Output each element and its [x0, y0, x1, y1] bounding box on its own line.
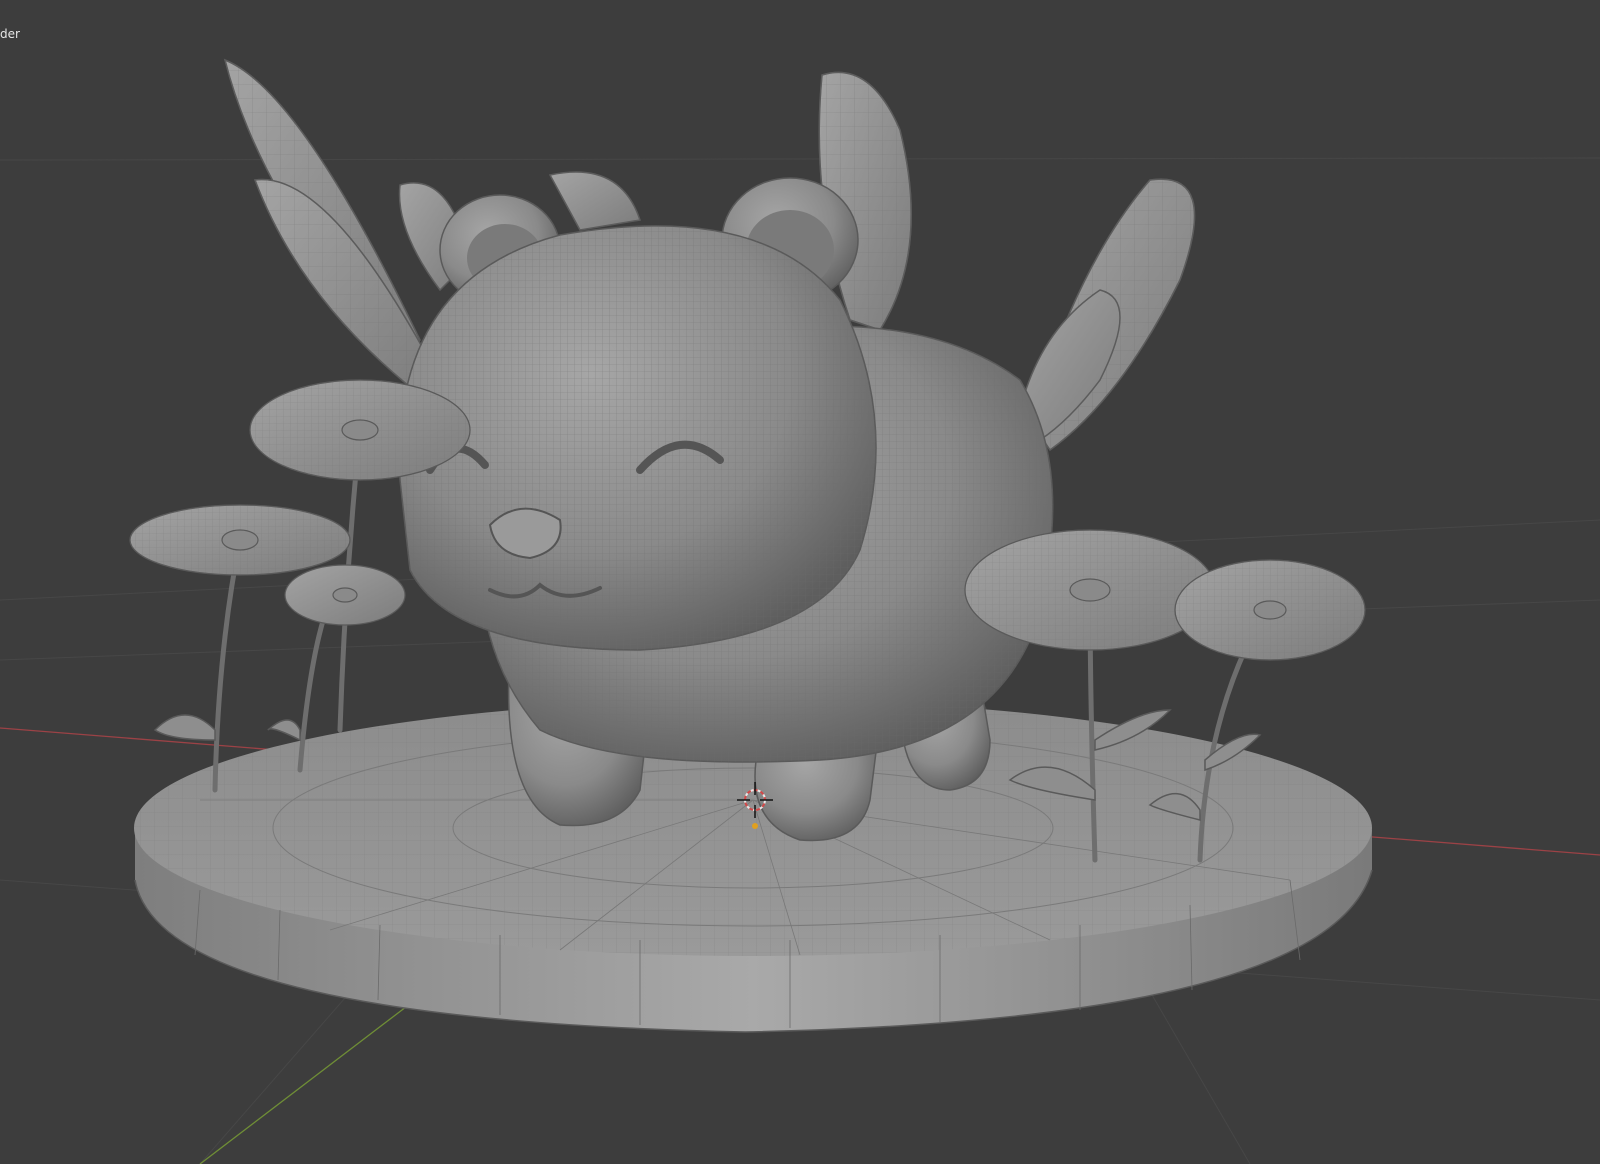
3d-viewport[interactable]: der [0, 0, 1600, 1164]
viewport-scene[interactable] [0, 0, 1600, 1164]
